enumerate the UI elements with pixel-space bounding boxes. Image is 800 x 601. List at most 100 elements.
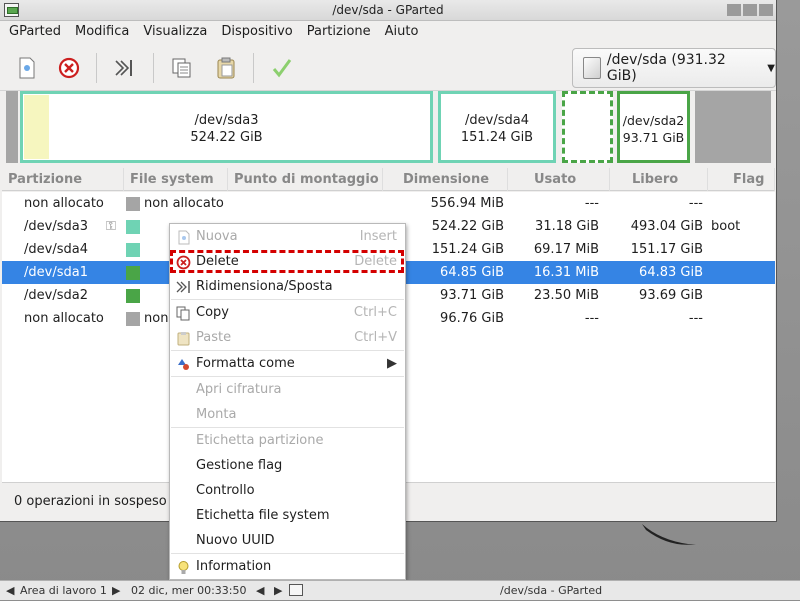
paste-icon <box>177 332 190 346</box>
cell-partition: /dev/sda2 <box>24 288 88 303</box>
context-menu: Nuova Insert Delete Delete Ridimensiona/… <box>169 223 406 580</box>
menu-item-label: Copy <box>196 305 229 320</box>
partition-map-sda2-size: 93.71 GiB <box>622 130 685 145</box>
column-punto-di-montaggio[interactable]: Punto di montaggio <box>228 168 383 191</box>
fs-color-swatch <box>126 243 140 257</box>
task-next-arrow-icon[interactable]: ▶ <box>274 581 282 601</box>
menu-item-label: Paste <box>196 330 232 345</box>
partition-map-sda4-size: 151.24 GiB <box>460 130 534 145</box>
wallpaper-swoosh <box>642 524 696 545</box>
menu-item-nuovo-uuid[interactable]: Nuovo UUID <box>170 529 405 553</box>
maximize-button[interactable] <box>743 4 757 16</box>
table-row[interactable]: non allocato non allocato 556.94 MiB ---… <box>2 192 775 215</box>
menu-item-label: Delete <box>196 254 239 269</box>
menu-partizione[interactable]: Partizione <box>300 21 378 43</box>
paste-icon[interactable] <box>211 53 241 83</box>
cell-used: 23.50 MiB <box>533 288 599 303</box>
cell-partition: /dev/sda3 <box>24 219 88 234</box>
column-file-system[interactable]: File system <box>124 168 228 191</box>
cell-flags: boot <box>711 219 741 234</box>
clock: 02 dic, mer 00:33:50 <box>131 584 247 597</box>
cell-partition: /dev/sda1 <box>24 265 88 280</box>
menu-item-accel: Insert <box>359 229 397 244</box>
apply-icon[interactable] <box>267 53 297 83</box>
fs-color-swatch <box>126 266 140 280</box>
partition-map-sda2-name: /dev/sda2 <box>622 113 685 128</box>
cell-used: --- <box>584 311 599 326</box>
menu-item-label: Nuovo UUID <box>196 533 275 548</box>
minimize-button[interactable] <box>727 4 741 16</box>
menu-item-gestione-flag[interactable]: Gestione flag <box>170 454 405 478</box>
menu-dispositivo[interactable]: Dispositivo <box>214 21 299 43</box>
column-libero[interactable]: Libero <box>610 168 708 191</box>
copy-icon[interactable] <box>167 53 197 83</box>
workspace-next-arrow-icon[interactable]: ▶ <box>112 581 120 601</box>
menu-item-copy[interactable]: Copy Ctrl+C <box>170 301 405 325</box>
partition-map-unallocated-end[interactable] <box>695 91 771 163</box>
cell-used: 31.18 GiB <box>535 219 599 234</box>
menu-item-nuova[interactable]: Nuova Insert <box>170 225 405 249</box>
fs-color-swatch <box>126 289 140 303</box>
workspace-label[interactable]: Area di lavoro 1 <box>20 581 107 601</box>
column-header-row: Partizione File system Punto di montaggi… <box>2 168 775 191</box>
cell-partition: non allocato <box>24 196 104 211</box>
new-partition-icon[interactable] <box>12 53 42 83</box>
new-partition-icon <box>178 230 190 245</box>
fs-color-swatch <box>126 312 140 326</box>
partition-map-sda1[interactable] <box>562 91 613 163</box>
device-selector[interactable]: /dev/sda (931.32 GiB) ▼ <box>572 48 776 88</box>
format-icon <box>178 359 189 370</box>
menu-item-label: Information <box>196 559 272 574</box>
delete-icon <box>176 255 191 270</box>
title-bar[interactable]: /dev/sda - GParted <box>0 0 776 21</box>
menu-item-label: Monta <box>196 407 237 422</box>
toolbar: /dev/sda (931.32 GiB) ▼ <box>0 43 776 91</box>
menu-item-label: Nuova <box>196 229 238 244</box>
cell-size: 556.94 MiB <box>430 196 504 211</box>
column-flag[interactable]: Flag <box>708 168 775 191</box>
task-prev-arrow-icon[interactable]: ◀ <box>256 581 264 601</box>
partition-map-sda4[interactable]: /dev/sda4 151.24 GiB <box>438 91 556 163</box>
menu-item-apri-cifratura[interactable]: Apri cifratura <box>170 378 405 402</box>
delete-partition-icon[interactable] <box>54 53 84 83</box>
menu-aiuto[interactable]: Aiuto <box>378 21 426 43</box>
partition-map-unallocated[interactable] <box>6 91 18 163</box>
menu-item-accel: Ctrl+V <box>354 330 397 345</box>
menu-item-etichetta-partizione[interactable]: Etichetta partizione <box>170 429 405 453</box>
partition-map-sda2[interactable]: /dev/sda2 93.71 GiB <box>617 91 690 163</box>
menu-separator <box>171 427 404 428</box>
cell-free: --- <box>688 196 703 211</box>
menu-item-monta[interactable]: Monta <box>170 403 405 427</box>
toolbar-separator <box>96 53 97 83</box>
menu-separator <box>171 299 404 300</box>
column-dimensione[interactable]: Dimensione <box>383 168 508 191</box>
menu-item-delete[interactable]: Delete Delete <box>170 250 405 274</box>
column-partizione[interactable]: Partizione <box>2 168 124 191</box>
menu-gparted[interactable]: GParted <box>2 21 68 43</box>
resize-move-icon[interactable] <box>110 53 140 83</box>
task-gparted[interactable]: /dev/sda - GParted <box>500 581 602 601</box>
close-button[interactable] <box>759 4 773 16</box>
partition-map-sda3[interactable]: /dev/sda3 524.22 GiB <box>20 91 433 163</box>
cell-used: 69.17 MiB <box>533 242 599 257</box>
menu-item-resize-move[interactable]: Ridimensiona/Sposta <box>170 275 405 299</box>
menu-modifica[interactable]: Modifica <box>68 21 136 43</box>
menu-item-formatta-come[interactable]: Formatta come ▶ <box>170 352 405 376</box>
window-title: /dev/sda - GParted <box>332 3 444 17</box>
menu-visualizza[interactable]: Visualizza <box>136 21 214 43</box>
cell-free: 493.04 GiB <box>630 219 703 234</box>
fs-color-swatch <box>126 220 140 234</box>
column-usato[interactable]: Usato <box>508 168 610 191</box>
cell-free: 93.69 GiB <box>639 288 703 303</box>
resize-move-icon <box>176 281 190 293</box>
menu-item-label: Etichetta file system <box>196 508 330 523</box>
cell-free: 151.17 GiB <box>630 242 703 257</box>
hard-disk-icon <box>583 57 601 79</box>
menu-item-information[interactable]: Information <box>170 555 405 579</box>
menu-item-etichetta-file-system[interactable]: Etichetta file system <box>170 504 405 528</box>
workspace-prev-arrow-icon[interactable]: ◀ <box>6 581 14 601</box>
partition-map-sda3-name: /dev/sda3 <box>194 113 259 128</box>
menu-item-paste[interactable]: Paste Ctrl+V <box>170 326 405 350</box>
menu-item-controllo[interactable]: Controllo <box>170 479 405 503</box>
chevron-down-icon: ▼ <box>767 62 775 74</box>
